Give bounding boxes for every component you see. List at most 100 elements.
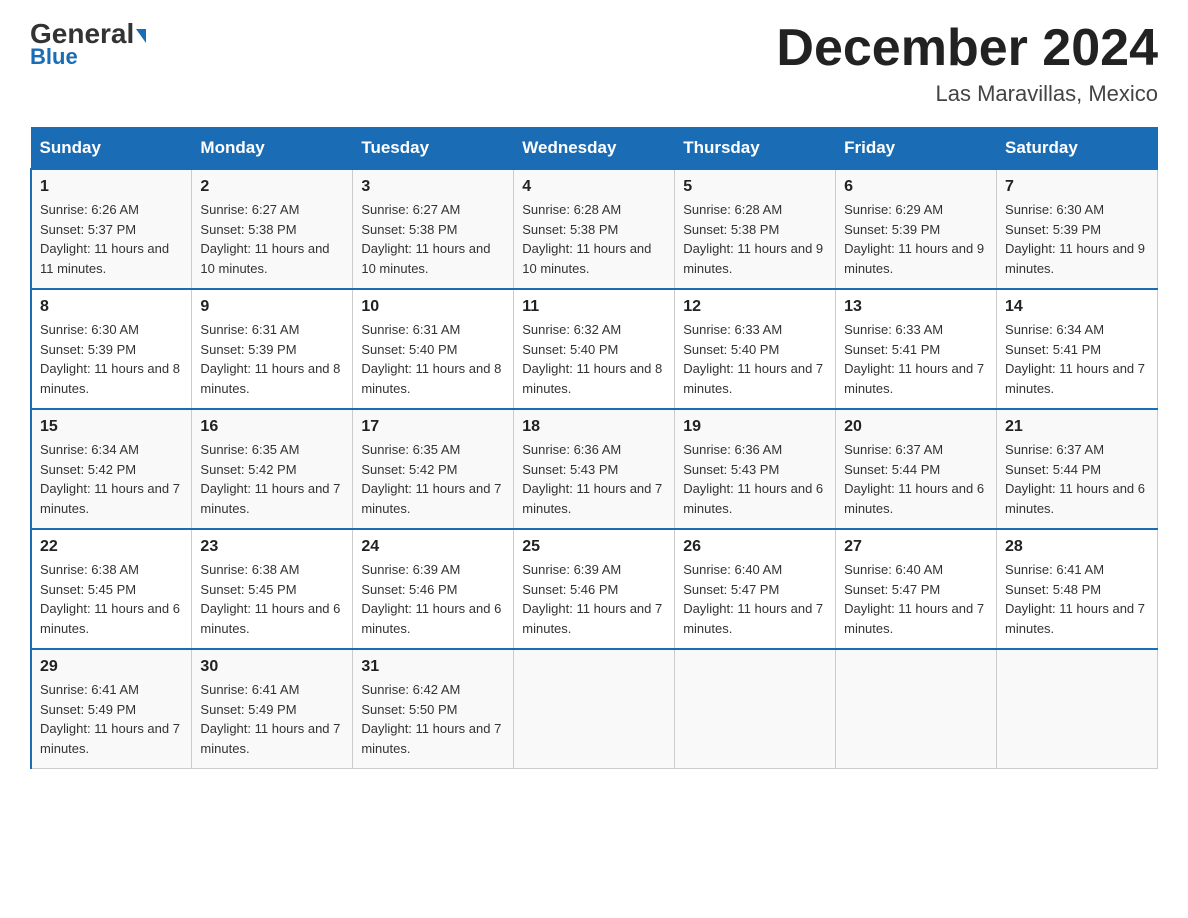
day-header-friday: Friday [836,128,997,170]
calendar-cell: 5 Sunrise: 6:28 AMSunset: 5:38 PMDayligh… [675,169,836,289]
day-info: Sunrise: 6:40 AMSunset: 5:47 PMDaylight:… [683,560,827,638]
calendar-cell: 13 Sunrise: 6:33 AMSunset: 5:41 PMDaylig… [836,289,997,409]
calendar-cell: 30 Sunrise: 6:41 AMSunset: 5:49 PMDaylig… [192,649,353,769]
calendar-cell: 25 Sunrise: 6:39 AMSunset: 5:46 PMDaylig… [514,529,675,649]
day-info: Sunrise: 6:39 AMSunset: 5:46 PMDaylight:… [522,560,666,638]
calendar-cell [675,649,836,769]
calendar-cell: 20 Sunrise: 6:37 AMSunset: 5:44 PMDaylig… [836,409,997,529]
calendar-cell: 11 Sunrise: 6:32 AMSunset: 5:40 PMDaylig… [514,289,675,409]
day-number: 8 [40,298,183,316]
location-text: Las Maravillas, Mexico [776,81,1158,107]
day-info: Sunrise: 6:36 AMSunset: 5:43 PMDaylight:… [683,440,827,518]
day-number: 31 [361,658,505,676]
calendar-cell: 14 Sunrise: 6:34 AMSunset: 5:41 PMDaylig… [997,289,1158,409]
day-number: 13 [844,298,988,316]
day-info: Sunrise: 6:34 AMSunset: 5:42 PMDaylight:… [40,440,183,518]
day-info: Sunrise: 6:42 AMSunset: 5:50 PMDaylight:… [361,680,505,758]
day-number: 2 [200,178,344,196]
calendar-cell: 18 Sunrise: 6:36 AMSunset: 5:43 PMDaylig… [514,409,675,529]
logo: General Blue [30,20,146,70]
calendar-cell: 15 Sunrise: 6:34 AMSunset: 5:42 PMDaylig… [31,409,192,529]
week-row-1: 1 Sunrise: 6:26 AMSunset: 5:37 PMDayligh… [31,169,1158,289]
week-row-5: 29 Sunrise: 6:41 AMSunset: 5:49 PMDaylig… [31,649,1158,769]
day-number: 12 [683,298,827,316]
day-header-thursday: Thursday [675,128,836,170]
day-header-monday: Monday [192,128,353,170]
day-number: 27 [844,538,988,556]
calendar-cell: 22 Sunrise: 6:38 AMSunset: 5:45 PMDaylig… [31,529,192,649]
calendar-cell [514,649,675,769]
calendar-cell: 7 Sunrise: 6:30 AMSunset: 5:39 PMDayligh… [997,169,1158,289]
day-info: Sunrise: 6:41 AMSunset: 5:48 PMDaylight:… [1005,560,1149,638]
day-info: Sunrise: 6:38 AMSunset: 5:45 PMDaylight:… [40,560,183,638]
calendar-cell: 2 Sunrise: 6:27 AMSunset: 5:38 PMDayligh… [192,169,353,289]
calendar-cell: 16 Sunrise: 6:35 AMSunset: 5:42 PMDaylig… [192,409,353,529]
logo-blue-text: Blue [30,44,78,70]
day-info: Sunrise: 6:28 AMSunset: 5:38 PMDaylight:… [522,200,666,278]
day-info: Sunrise: 6:30 AMSunset: 5:39 PMDaylight:… [40,320,183,398]
week-row-4: 22 Sunrise: 6:38 AMSunset: 5:45 PMDaylig… [31,529,1158,649]
month-title: December 2024 [776,20,1158,77]
day-number: 19 [683,418,827,436]
day-info: Sunrise: 6:33 AMSunset: 5:40 PMDaylight:… [683,320,827,398]
day-number: 17 [361,418,505,436]
day-number: 14 [1005,298,1149,316]
day-info: Sunrise: 6:26 AMSunset: 5:37 PMDaylight:… [40,200,183,278]
day-number: 24 [361,538,505,556]
calendar-cell: 26 Sunrise: 6:40 AMSunset: 5:47 PMDaylig… [675,529,836,649]
day-info: Sunrise: 6:39 AMSunset: 5:46 PMDaylight:… [361,560,505,638]
calendar-cell: 4 Sunrise: 6:28 AMSunset: 5:38 PMDayligh… [514,169,675,289]
day-number: 25 [522,538,666,556]
day-number: 5 [683,178,827,196]
day-info: Sunrise: 6:29 AMSunset: 5:39 PMDaylight:… [844,200,988,278]
day-number: 23 [200,538,344,556]
calendar-cell: 10 Sunrise: 6:31 AMSunset: 5:40 PMDaylig… [353,289,514,409]
day-info: Sunrise: 6:31 AMSunset: 5:39 PMDaylight:… [200,320,344,398]
calendar-cell: 23 Sunrise: 6:38 AMSunset: 5:45 PMDaylig… [192,529,353,649]
week-row-2: 8 Sunrise: 6:30 AMSunset: 5:39 PMDayligh… [31,289,1158,409]
logo-triangle-icon [136,29,146,43]
calendar-cell: 1 Sunrise: 6:26 AMSunset: 5:37 PMDayligh… [31,169,192,289]
day-number: 29 [40,658,183,676]
calendar-cell: 12 Sunrise: 6:33 AMSunset: 5:40 PMDaylig… [675,289,836,409]
calendar-cell: 21 Sunrise: 6:37 AMSunset: 5:44 PMDaylig… [997,409,1158,529]
calendar-cell [997,649,1158,769]
day-info: Sunrise: 6:34 AMSunset: 5:41 PMDaylight:… [1005,320,1149,398]
day-info: Sunrise: 6:40 AMSunset: 5:47 PMDaylight:… [844,560,988,638]
day-number: 7 [1005,178,1149,196]
title-area: December 2024 Las Maravillas, Mexico [776,20,1158,107]
day-header-tuesday: Tuesday [353,128,514,170]
day-number: 21 [1005,418,1149,436]
calendar-cell: 29 Sunrise: 6:41 AMSunset: 5:49 PMDaylig… [31,649,192,769]
calendar-cell: 24 Sunrise: 6:39 AMSunset: 5:46 PMDaylig… [353,529,514,649]
day-info: Sunrise: 6:41 AMSunset: 5:49 PMDaylight:… [200,680,344,758]
week-row-3: 15 Sunrise: 6:34 AMSunset: 5:42 PMDaylig… [31,409,1158,529]
day-info: Sunrise: 6:31 AMSunset: 5:40 PMDaylight:… [361,320,505,398]
day-info: Sunrise: 6:30 AMSunset: 5:39 PMDaylight:… [1005,200,1149,278]
page-header: General Blue December 2024 Las Maravilla… [30,20,1158,107]
day-number: 6 [844,178,988,196]
day-info: Sunrise: 6:37 AMSunset: 5:44 PMDaylight:… [1005,440,1149,518]
calendar-cell: 28 Sunrise: 6:41 AMSunset: 5:48 PMDaylig… [997,529,1158,649]
day-number: 28 [1005,538,1149,556]
calendar-header-row: SundayMondayTuesdayWednesdayThursdayFrid… [31,128,1158,170]
calendar-cell: 31 Sunrise: 6:42 AMSunset: 5:50 PMDaylig… [353,649,514,769]
day-info: Sunrise: 6:27 AMSunset: 5:38 PMDaylight:… [200,200,344,278]
day-info: Sunrise: 6:37 AMSunset: 5:44 PMDaylight:… [844,440,988,518]
day-number: 3 [361,178,505,196]
day-number: 10 [361,298,505,316]
day-info: Sunrise: 6:41 AMSunset: 5:49 PMDaylight:… [40,680,183,758]
day-info: Sunrise: 6:32 AMSunset: 5:40 PMDaylight:… [522,320,666,398]
day-number: 18 [522,418,666,436]
day-header-sunday: Sunday [31,128,192,170]
calendar-cell: 19 Sunrise: 6:36 AMSunset: 5:43 PMDaylig… [675,409,836,529]
day-number: 16 [200,418,344,436]
calendar-cell: 27 Sunrise: 6:40 AMSunset: 5:47 PMDaylig… [836,529,997,649]
calendar-cell: 9 Sunrise: 6:31 AMSunset: 5:39 PMDayligh… [192,289,353,409]
day-info: Sunrise: 6:36 AMSunset: 5:43 PMDaylight:… [522,440,666,518]
day-info: Sunrise: 6:33 AMSunset: 5:41 PMDaylight:… [844,320,988,398]
day-info: Sunrise: 6:35 AMSunset: 5:42 PMDaylight:… [200,440,344,518]
calendar-cell [836,649,997,769]
calendar-cell: 3 Sunrise: 6:27 AMSunset: 5:38 PMDayligh… [353,169,514,289]
day-header-wednesday: Wednesday [514,128,675,170]
